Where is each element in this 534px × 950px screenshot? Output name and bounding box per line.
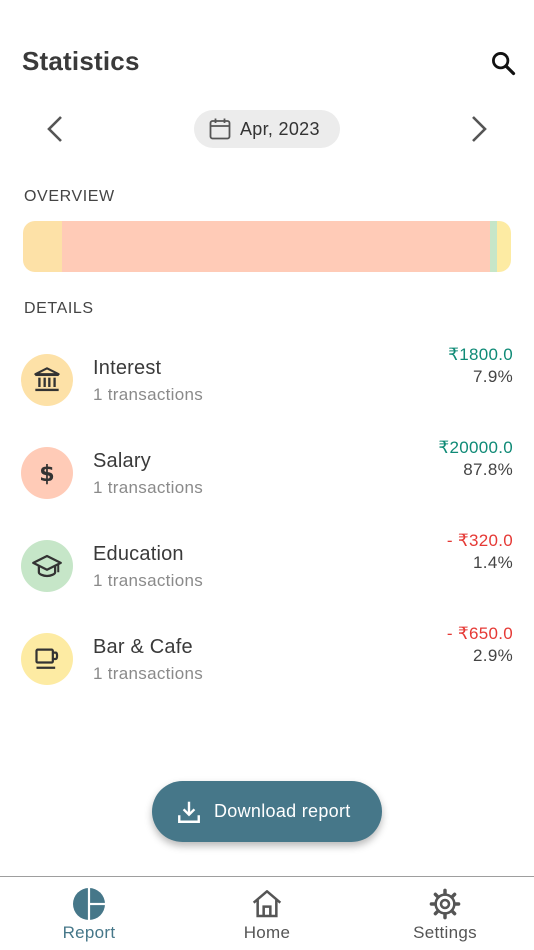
transaction-count: 1 transactions [93, 478, 204, 497]
amount-value: ₹1800.0 [448, 345, 513, 364]
nav-label-report: Report [62, 923, 116, 942]
download-report-label: Download report [214, 801, 351, 821]
category-name: Education [93, 543, 184, 565]
dollar-icon: $ [39, 461, 54, 487]
next-month-button[interactable] [462, 112, 496, 146]
overview-label: OVERVIEW [24, 188, 115, 205]
month-label: Apr, 2023 [240, 118, 320, 139]
calendar-icon [208, 117, 232, 141]
overview-segment-interest [23, 221, 62, 272]
details-list: Interest 1 transactions ₹1800.0 7.9% $ S… [0, 340, 534, 712]
nav-label-home: Home [243, 923, 291, 942]
category-icon-wrapper: $ [21, 447, 73, 499]
list-item-education[interactable]: Education 1 transactions - ₹320.0 1.4% [0, 526, 534, 619]
transaction-count: 1 transactions [93, 664, 204, 683]
category-name: Bar & Cafe [93, 636, 193, 658]
transaction-count: 1 transactions [93, 385, 204, 404]
bottom-navigation: Report Home Settings [0, 876, 534, 950]
search-icon [492, 52, 516, 76]
download-icon [176, 799, 202, 825]
amount-value: - ₹320.0 [446, 531, 513, 550]
percent-value: 87.8% [463, 460, 513, 479]
coffee-cup-icon [35, 648, 59, 669]
month-selector[interactable]: Apr, 2023 [194, 110, 340, 148]
amount-value: - ₹650.0 [446, 624, 513, 643]
overview-segment-bar-cafe [496, 221, 511, 272]
graduation-cap-icon [32, 554, 62, 578]
svg-text:$: $ [39, 461, 54, 487]
amount-value: ₹20000.0 [438, 438, 513, 457]
list-item-bar-cafe[interactable]: Bar & Cafe 1 transactions - ₹650.0 2.9% [0, 619, 534, 712]
overview-bar [23, 221, 511, 272]
chevron-left-icon [47, 116, 62, 142]
bank-icon [34, 367, 60, 392]
details-label: DETAILS [24, 300, 94, 317]
list-item-salary[interactable]: $ Salary 1 transactions ₹20000.0 87.8% [0, 433, 534, 526]
percent-value: 7.9% [473, 367, 513, 386]
overview-segment-education [490, 221, 497, 272]
percent-value: 2.9% [473, 646, 513, 665]
home-icon [250, 887, 284, 921]
percent-value: 1.4% [473, 553, 513, 572]
app-header: Statistics [0, 0, 534, 100]
month-navigator: Apr, 2023 [0, 104, 534, 154]
list-item-interest[interactable]: Interest 1 transactions ₹1800.0 7.9% [0, 340, 534, 433]
category-icon-wrapper [21, 633, 73, 685]
category-icon-wrapper [21, 540, 73, 592]
pie-chart-icon [72, 887, 106, 921]
search-button[interactable] [486, 46, 520, 80]
category-name: Interest [93, 357, 162, 379]
nav-item-settings[interactable]: Settings [385, 887, 505, 947]
category-icon-wrapper [21, 354, 73, 406]
nav-item-report[interactable]: Report [29, 887, 149, 947]
chevron-right-icon [472, 116, 487, 142]
gear-icon [428, 887, 462, 921]
download-report-button[interactable]: Download report [152, 781, 382, 842]
overview-segment-salary [61, 221, 490, 272]
transaction-count: 1 transactions [93, 571, 204, 590]
page-title: Statistics [22, 46, 140, 76]
nav-item-home[interactable]: Home [207, 887, 327, 947]
previous-month-button[interactable] [38, 112, 72, 146]
nav-label-settings: Settings [413, 923, 477, 942]
category-name: Salary [93, 450, 151, 472]
